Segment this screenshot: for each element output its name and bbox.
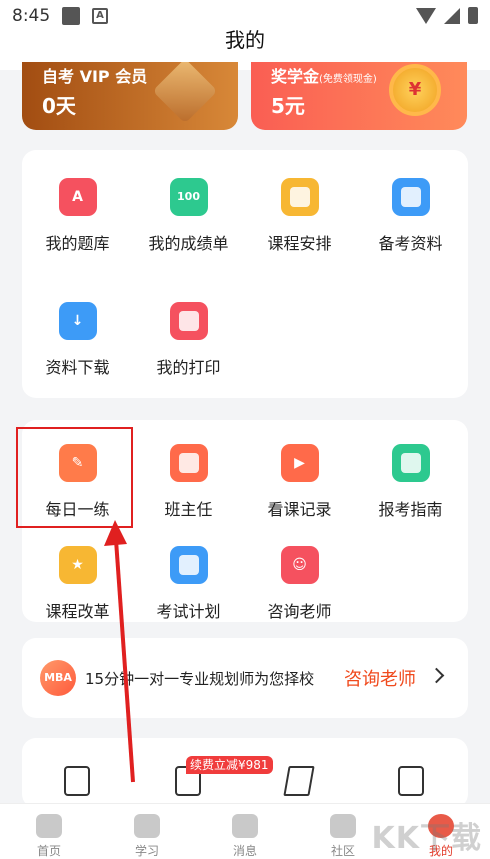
menu-item-label: 我的打印 <box>156 358 221 377</box>
question-bank-icon: A <box>58 178 97 216</box>
menu-item-label: 看课记录 <box>267 500 332 519</box>
icon-glyph: ★ <box>71 557 84 573</box>
app-notification-icon: A <box>92 8 108 24</box>
tab-message[interactable]: 消息 <box>196 814 294 859</box>
menu-item[interactable]: 100 我的成绩单 <box>133 178 244 254</box>
consult-text: 15分钟一对一专业规划师为您择校 <box>85 670 315 688</box>
scholarship-subtitle: (免费领现金) <box>319 74 377 85</box>
play-record-icon: ▶ <box>280 444 319 482</box>
icon-glyph: ↓ <box>71 313 84 329</box>
icon-inner <box>178 555 199 575</box>
battery-icon <box>468 7 478 24</box>
menu-item[interactable]: ▶ 看课记录 <box>244 444 355 520</box>
menu-item[interactable]: 我的打印 <box>133 302 244 378</box>
watermark: KK下载 <box>371 821 482 856</box>
vip-title: 自考 VIP 会员 <box>42 67 148 86</box>
tab-label: 学习 <box>134 844 159 858</box>
status-icons <box>416 7 478 24</box>
icon-inner <box>178 311 199 331</box>
chevron-right-icon <box>428 667 445 684</box>
printer-icon <box>169 302 208 340</box>
highlight-box <box>16 427 133 528</box>
menu-item-label: 课程改革 <box>45 602 110 621</box>
wifi-icon <box>416 7 436 24</box>
vip-value: 0天 <box>42 94 76 118</box>
ticket-icon[interactable] <box>283 766 315 796</box>
community-icon <box>330 814 356 838</box>
medal-icon: ¥ <box>389 64 441 116</box>
menu-item[interactable]: 考试计划 <box>133 546 244 622</box>
consult-banner[interactable]: MBA 15分钟一对一专业规划师为您择校 咨询老师 <box>22 638 468 718</box>
guide-icon <box>391 444 430 482</box>
home-icon <box>36 814 62 838</box>
menu-item-label: 课程安排 <box>267 234 332 253</box>
menu-item-label: 资料下载 <box>45 358 110 377</box>
promo-badge: 续费立减¥981 <box>186 756 273 774</box>
menu-item-label: 我的成绩单 <box>148 234 229 253</box>
signal-icon <box>444 7 460 24</box>
menu-item[interactable]: 备考资料 <box>355 178 466 254</box>
services-card: A 我的题库 100 我的成绩单 课程安排 备考资料 ↓ 资料下载 我的打印 <box>22 150 468 398</box>
teacher-icon <box>169 444 208 482</box>
menu-item-label: 咨询老师 <box>267 602 332 621</box>
scholarship-title: 奖学金(免费领现金) <box>271 67 377 86</box>
diamond-icon <box>152 62 218 124</box>
consult-icon: ☺ <box>280 546 319 584</box>
menu-item-label: 备考资料 <box>378 234 443 253</box>
scholarship-banner[interactable]: 奖学金(免费领现金) 5元 ¥ <box>251 62 467 130</box>
message-icon <box>232 814 258 838</box>
menu-item-label: 我的题库 <box>45 234 110 253</box>
notification-square-icon <box>62 7 80 25</box>
menu-item[interactable]: 报考指南 <box>355 444 466 520</box>
calendar-icon <box>280 178 319 216</box>
materials-icon <box>391 178 430 216</box>
icon-glyph: ☺ <box>292 557 307 573</box>
tab-label: 首页 <box>36 844 61 858</box>
icon-glyph: ▶ <box>294 455 305 471</box>
scholarship-value: 5元 <box>271 94 305 118</box>
menu-item-label: 班主任 <box>164 500 213 519</box>
edit-doc-icon[interactable] <box>398 766 424 796</box>
menu-item[interactable]: ★ 课程改革 <box>22 546 133 622</box>
menu-item[interactable]: 课程安排 <box>244 178 355 254</box>
menu-item-label: 报考指南 <box>378 500 443 519</box>
consult-link[interactable]: 咨询老师 <box>344 665 416 691</box>
mba-badge-icon: MBA <box>40 660 76 696</box>
menu-item[interactable]: 班主任 <box>133 444 244 520</box>
tab-home[interactable]: 首页 <box>0 814 98 859</box>
icon-inner <box>400 453 421 473</box>
icon-inner <box>178 453 199 473</box>
clipboard-icon[interactable] <box>64 766 90 796</box>
exam-plan-icon <box>169 546 208 584</box>
score-sheet-icon: 100 <box>169 178 208 216</box>
icon-glyph: A <box>72 189 83 205</box>
download-icon: ↓ <box>58 302 97 340</box>
page-title: 我的 <box>225 28 265 52</box>
icon-inner <box>400 187 421 207</box>
icon-inner <box>289 187 310 207</box>
status-time: 8:45 <box>12 6 51 26</box>
vip-banner[interactable]: 自考 VIP 会员 0天 <box>22 62 238 130</box>
badge-icon: ★ <box>58 546 97 584</box>
menu-item[interactable]: ↓ 资料下载 <box>22 302 133 378</box>
tab-study[interactable]: 学习 <box>98 814 196 859</box>
menu-item-label: 考试计划 <box>156 602 221 621</box>
menu-item[interactable]: ☺ 咨询老师 <box>244 546 355 622</box>
tab-label: 消息 <box>232 844 257 858</box>
study-icon <box>134 814 160 838</box>
menu-item[interactable]: A 我的题库 <box>22 178 133 254</box>
icon-glyph: 100 <box>177 190 200 203</box>
